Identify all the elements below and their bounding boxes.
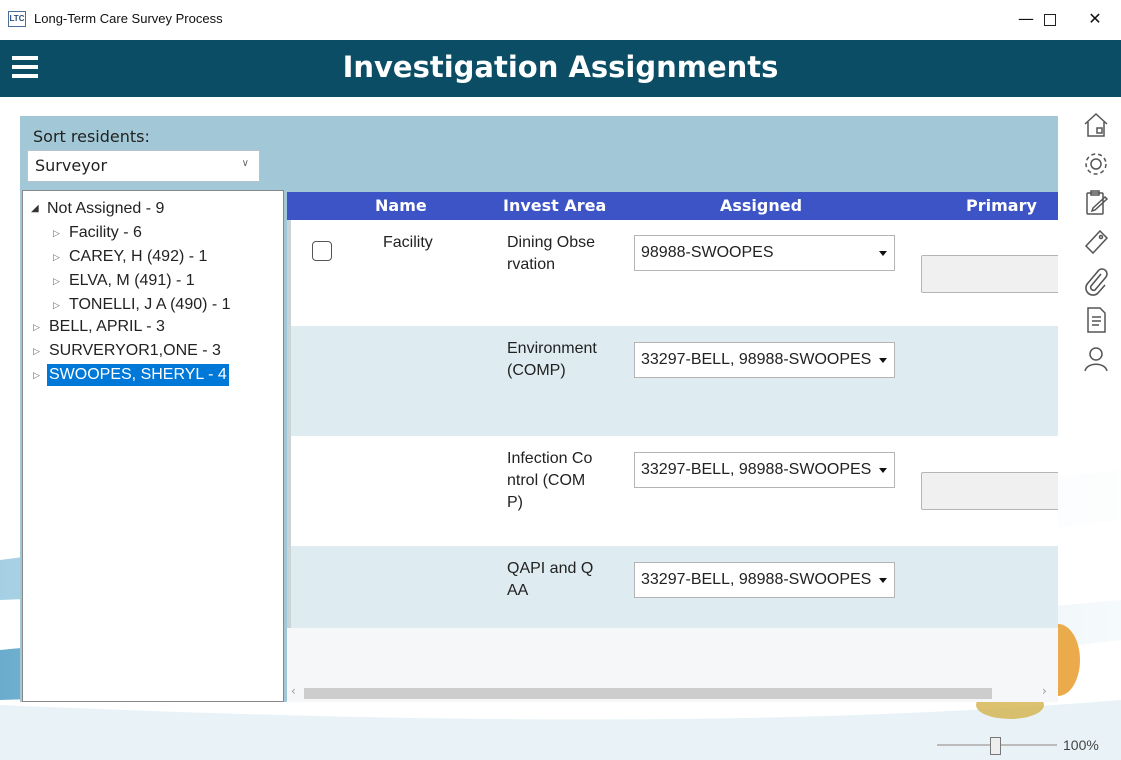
sort-residents-label: Sort residents: bbox=[33, 127, 150, 146]
column-header-primary[interactable]: Primary bbox=[966, 196, 1037, 215]
paperclip-icon[interactable] bbox=[1081, 266, 1111, 296]
horizontal-scrollbar[interactable]: ‹ › bbox=[287, 684, 1058, 702]
collapsed-arrow-icon[interactable]: ▷ bbox=[33, 364, 47, 386]
chevron-down-icon: ∨ bbox=[241, 158, 249, 169]
dropdown-caret-icon bbox=[879, 578, 887, 583]
expanded-arrow-icon[interactable]: ◢ bbox=[31, 198, 45, 220]
tag-icon[interactable] bbox=[1081, 227, 1111, 257]
tree-item-bell[interactable]: ▷ BELL, APRIL - 3 bbox=[33, 316, 167, 338]
row-invest-area: Environment (COMP) bbox=[507, 340, 597, 379]
investigation-panel: Sort residents: Surveyor ∨ ◢ Not Assigned… bbox=[20, 116, 1058, 702]
row-checkbox[interactable] bbox=[312, 241, 332, 261]
person-icon[interactable] bbox=[1081, 344, 1111, 374]
window-titlebar: LTC Long-Term Care Survey Process — ✕ bbox=[0, 0, 1121, 40]
zoom-slider-handle[interactable] bbox=[990, 737, 1001, 755]
tree-item-surveyor1[interactable]: ▷ SURVERYOR1,ONE - 3 bbox=[33, 340, 223, 362]
close-button[interactable]: ✕ bbox=[1072, 4, 1118, 34]
tree-item-not-assigned[interactable]: ◢ Not Assigned - 9 bbox=[31, 198, 166, 220]
dropdown-caret-icon bbox=[879, 251, 887, 256]
app-header: Investigation Assignments bbox=[0, 40, 1121, 97]
dropdown-caret-icon bbox=[879, 358, 887, 363]
table-row: Environment (COMP) 33297-BELL, 98988-SWO… bbox=[287, 326, 1058, 436]
tree-item-elva[interactable]: ▷ ELVA, M (491) - 1 bbox=[53, 270, 197, 292]
report-document-icon[interactable] bbox=[1081, 305, 1111, 335]
collapsed-arrow-icon[interactable]: ▷ bbox=[53, 294, 67, 316]
zoom-control: 100% bbox=[937, 735, 1117, 755]
collapsed-arrow-icon[interactable]: ▷ bbox=[33, 316, 47, 338]
row-invest-area: QAPI and QAA bbox=[507, 560, 594, 599]
assigned-dropdown[interactable]: 33297-BELL, 98988-SWOOPES bbox=[634, 562, 895, 598]
column-header-name[interactable]: Name bbox=[375, 196, 427, 215]
row-invest-area: Infection Control (COMP) bbox=[507, 450, 593, 511]
scrollbar-thumb[interactable] bbox=[304, 688, 992, 699]
home-icon[interactable] bbox=[1081, 110, 1111, 140]
maximize-button[interactable] bbox=[1027, 4, 1073, 34]
clipboard-edit-icon[interactable] bbox=[1081, 188, 1111, 218]
maximize-icon bbox=[1044, 13, 1056, 26]
assigned-dropdown[interactable]: 33297-BELL, 98988-SWOOPES bbox=[634, 452, 895, 488]
dropdown-caret-icon bbox=[879, 468, 887, 473]
sort-selected-value: Surveyor bbox=[35, 156, 108, 175]
row-name: Facility bbox=[383, 234, 433, 251]
right-icon-rail bbox=[1076, 110, 1116, 383]
column-header-assigned[interactable]: Assigned bbox=[720, 196, 802, 215]
page-title: Investigation Assignments bbox=[342, 50, 779, 84]
zoom-level: 100% bbox=[1063, 737, 1099, 753]
grid-header: Name Invest Area Assigned Primary bbox=[287, 192, 1058, 220]
primary-dropdown[interactable] bbox=[921, 472, 1058, 510]
tree-item-facility[interactable]: ▷ Facility - 6 bbox=[53, 222, 144, 244]
primary-dropdown[interactable] bbox=[921, 255, 1058, 293]
resident-tree[interactable]: ◢ Not Assigned - 9 ▷ Facility - 6 ▷ CAREY, … bbox=[22, 190, 284, 702]
collapsed-arrow-icon[interactable]: ▷ bbox=[53, 222, 67, 244]
assignments-grid: Name Invest Area Assigned Primary Facili… bbox=[287, 192, 1058, 702]
collapsed-arrow-icon[interactable]: ▷ bbox=[33, 340, 47, 362]
assigned-dropdown[interactable]: 33297-BELL, 98988-SWOOPES bbox=[634, 342, 895, 378]
row-invest-area: Dining Observation bbox=[507, 234, 596, 273]
tree-item-carey[interactable]: ▷ CAREY, H (492) - 1 bbox=[53, 246, 209, 268]
sort-residents-dropdown[interactable]: Surveyor ∨ bbox=[27, 150, 260, 182]
scroll-right-icon[interactable]: › bbox=[1042, 684, 1047, 698]
tree-item-tonelli[interactable]: ▷ TONELLI, J A (490) - 1 bbox=[53, 294, 233, 316]
collapsed-arrow-icon[interactable]: ▷ bbox=[53, 246, 67, 268]
window-title: Long-Term Care Survey Process bbox=[34, 11, 223, 26]
column-header-invest-area[interactable]: Invest Area bbox=[503, 196, 606, 215]
scroll-left-icon[interactable]: ‹ bbox=[291, 684, 296, 698]
collapsed-arrow-icon[interactable]: ▷ bbox=[53, 270, 67, 292]
table-row: Facility Dining Observation 98988-SWOOPE… bbox=[287, 220, 1058, 326]
assigned-dropdown[interactable]: 98988-SWOOPES bbox=[634, 235, 895, 271]
app-icon: LTC bbox=[8, 11, 26, 27]
table-row: Infection Control (COMP) 33297-BELL, 989… bbox=[287, 436, 1058, 546]
gear-icon[interactable] bbox=[1081, 149, 1111, 179]
tree-item-swoopes[interactable]: ▷ SWOOPES, SHERYL - 4 bbox=[33, 364, 229, 386]
table-row: QAPI and QAA 33297-BELL, 98988-SWOOPES bbox=[287, 546, 1058, 628]
